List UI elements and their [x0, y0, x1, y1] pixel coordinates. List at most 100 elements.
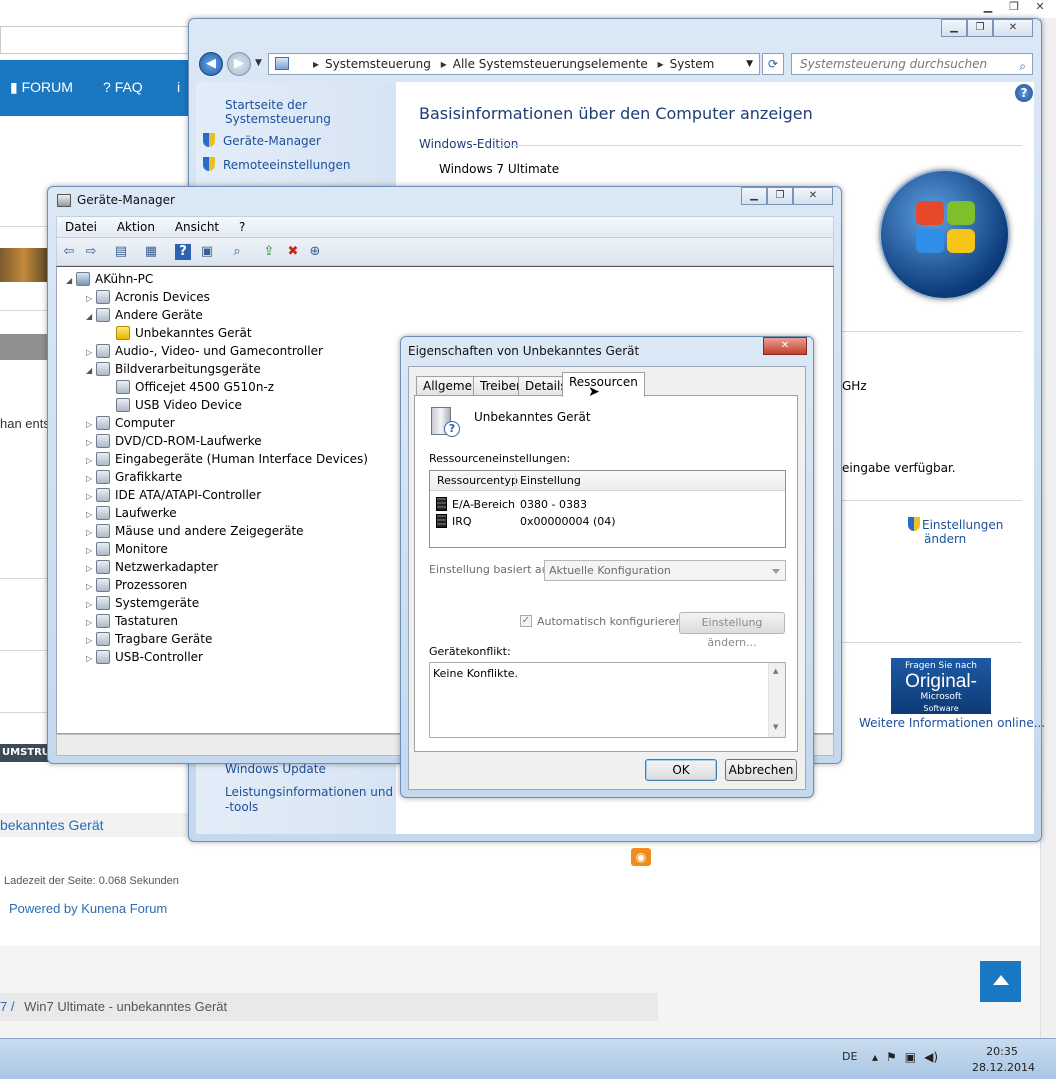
minimize-icon[interactable]: ▁	[741, 187, 767, 205]
conflict-textbox[interactable]: Keine Konflikte. ▲ ▼	[429, 662, 786, 738]
tree-category[interactable]: ▷ Netzwerkadapter	[86, 558, 218, 576]
maximize-icon[interactable]: ❐	[967, 19, 993, 37]
scrollbar[interactable]: ▲ ▼	[768, 663, 785, 737]
back-icon[interactable]: ⇦	[61, 244, 77, 260]
tab-ressourcen[interactable]: Ressourcen	[562, 372, 645, 397]
browser-scrollbar[interactable]	[1040, 18, 1056, 1038]
menu-datei[interactable]: Datei	[57, 217, 105, 237]
search-icon[interactable]: ⌕	[1019, 56, 1026, 76]
collapse-triangle-icon[interactable]: ◢	[86, 362, 96, 380]
up-level-icon[interactable]: ▤	[113, 244, 129, 260]
properties-icon[interactable]: ▦	[143, 244, 159, 260]
address-dropdown-icon[interactable]: ▼	[746, 54, 753, 74]
enable-device-icon[interactable]: ⊕	[307, 244, 323, 260]
close-icon[interactable]: ✕	[993, 19, 1033, 37]
update-driver-icon[interactable]: ⇪	[261, 244, 277, 260]
powered-by-link[interactable]: Powered by Kunena Forum	[9, 901, 167, 916]
address-bar[interactable]: ▸ Systemsteuerung ▸ Alle Systemsteuerungse…	[268, 53, 760, 75]
action-center-flag-icon[interactable]: ⚑	[886, 1050, 897, 1064]
expand-triangle-icon[interactable]: ▷	[86, 650, 96, 668]
ok-button[interactable]: OK	[645, 759, 717, 781]
minimize-icon[interactable]: ▁	[978, 0, 998, 14]
breadcrumb-system[interactable]: System	[670, 57, 715, 71]
tree-category[interactable]: ▷ Laufwerke	[86, 504, 177, 522]
tree-category[interactable]: ▷ Systemgeräte	[86, 594, 199, 612]
column-header-setting[interactable]: Einstellung	[520, 471, 581, 491]
menu-ansicht[interactable]: Ansicht	[167, 217, 227, 237]
tree-category[interactable]: ▷ Audio-, Video- und Gamecontroller	[86, 342, 323, 360]
tree-category[interactable]: ◢ Bildverarbeitungsgeräte	[86, 360, 261, 378]
breadcrumb-control-panel[interactable]: Systemsteuerung	[325, 57, 431, 71]
table-row[interactable]: IRQ	[436, 514, 472, 530]
tree-category[interactable]: ▷ Mäuse und andere Zeigegeräte	[86, 522, 304, 540]
cancel-button[interactable]: Abbrechen	[725, 759, 797, 781]
sidebar-item-windows-update[interactable]: Windows Update	[225, 762, 326, 776]
tree-category[interactable]: ▷ IDE ATA/ATAPI-Controller	[86, 486, 261, 504]
menu-help[interactable]: ?	[231, 217, 253, 237]
change-settings-link[interactable]: Einstellungen	[908, 517, 1003, 532]
menu-aktion[interactable]: Aktion	[109, 217, 163, 237]
tree-category[interactable]: ▷ Monitore	[86, 540, 168, 558]
view-icon[interactable]: ▣	[199, 244, 215, 260]
language-indicator[interactable]: DE	[842, 1050, 857, 1063]
tree-category[interactable]: ▷ Acronis Devices	[86, 288, 210, 306]
breadcrumb-link[interactable]: bekanntes Gerät	[0, 813, 190, 837]
forward-icon[interactable]: ⇨	[83, 244, 99, 260]
tree-category[interactable]: ▷ DVD/CD-ROM-Laufwerke	[86, 432, 262, 450]
breadcrumb-all-items[interactable]: Alle Systemsteuerungselemente	[453, 57, 648, 71]
tree-root-computer[interactable]: ◢ AKühn-PC	[66, 270, 153, 288]
forward-arrow-icon[interactable]: ▶	[227, 52, 251, 76]
genuine-microsoft-badge[interactable]: Fragen Sie nach Original- Microsoft Soft…	[891, 658, 991, 714]
back-arrow-icon[interactable]: ◀	[199, 52, 223, 76]
resource-table[interactable]: Ressourcentyp Einstellung E/A-Bereich 03…	[429, 470, 786, 548]
tree-category[interactable]: ▷ USB-Controller	[86, 648, 203, 666]
close-icon[interactable]: ✕	[763, 337, 807, 355]
scroll-down-icon[interactable]: ▼	[773, 723, 778, 731]
tree-category[interactable]: ▷ Prozessoren	[86, 576, 187, 594]
tree-device[interactable]: USB Video Device	[106, 396, 242, 414]
help-icon[interactable]: ?	[175, 244, 191, 260]
tree-category[interactable]: ▷ Computer	[86, 414, 175, 432]
close-icon[interactable]: ✕	[1030, 0, 1050, 14]
collapse-triangle-icon[interactable]: ◢	[66, 272, 76, 290]
sidebar-item-performance-tools[interactable]: -tools	[225, 800, 258, 814]
maximize-icon[interactable]: ❐	[767, 187, 793, 205]
nav-forum[interactable]: ▮ FORUM	[10, 79, 73, 96]
more-info-link[interactable]: Weitere Informationen online...	[859, 716, 1045, 730]
refresh-icon[interactable]: ⟳	[762, 53, 784, 75]
table-row[interactable]: E/A-Bereich	[436, 497, 515, 513]
close-icon[interactable]: ✕	[793, 187, 833, 205]
rss-icon[interactable]: ◉	[631, 848, 651, 866]
collapse-triangle-icon[interactable]: ◢	[86, 308, 96, 326]
tree-category[interactable]: ◢ Andere Geräte	[86, 306, 203, 324]
recent-pages-chevron-icon[interactable]: ▼	[255, 58, 262, 68]
scan-hardware-icon[interactable]: ⌕	[229, 244, 245, 260]
restore-icon[interactable]: ❐	[1004, 0, 1024, 14]
change-settings-link-line2[interactable]: ändern	[924, 532, 966, 546]
taskbar-clock[interactable]: 20:35 28.12.2014	[972, 1044, 1035, 1076]
sidebar-home-link[interactable]: Startseite der Systemsteuerung	[225, 98, 396, 126]
network-icon[interactable]: ▣	[905, 1050, 916, 1064]
browser-address-bar[interactable]	[0, 26, 190, 54]
uninstall-icon[interactable]: ✖	[285, 244, 301, 260]
tree-category[interactable]: ▷ Eingabegeräte (Human Interface Devices)	[86, 450, 368, 468]
sidebar-item-performance[interactable]: Leistungsinformationen und	[225, 785, 393, 799]
show-hidden-icons-chevron-icon[interactable]: ▴	[872, 1050, 878, 1064]
info-icon[interactable]: i	[177, 79, 180, 95]
tree-category[interactable]: ▷ Tragbare Geräte	[86, 630, 212, 648]
volume-icon[interactable]: ◀)	[924, 1050, 938, 1064]
minimize-icon[interactable]: ▁	[941, 19, 967, 37]
scroll-to-top-button[interactable]	[980, 961, 1021, 1002]
scroll-up-icon[interactable]: ▲	[773, 667, 778, 675]
help-icon[interactable]: ?	[1015, 84, 1033, 102]
sidebar-item-device-manager[interactable]: Geräte-Manager	[203, 133, 321, 148]
tree-category[interactable]: ▷ Grafikkarte	[86, 468, 182, 486]
breadcrumb-prefix[interactable]: 7 /	[0, 999, 14, 1014]
sidebar-item-remote-settings[interactable]: Remoteeinstellungen	[203, 157, 350, 172]
tree-device[interactable]: Unbekanntes Gerät	[106, 324, 252, 342]
column-header-type[interactable]: Ressourcentyp	[437, 471, 518, 491]
tree-device[interactable]: Officejet 4500 G510n-z	[106, 378, 274, 396]
tree-category[interactable]: ▷ Tastaturen	[86, 612, 178, 630]
search-input[interactable]: Systemsteuerung durchsuchen ⌕	[791, 53, 1033, 75]
nav-faq[interactable]: ? FAQ	[103, 79, 143, 95]
